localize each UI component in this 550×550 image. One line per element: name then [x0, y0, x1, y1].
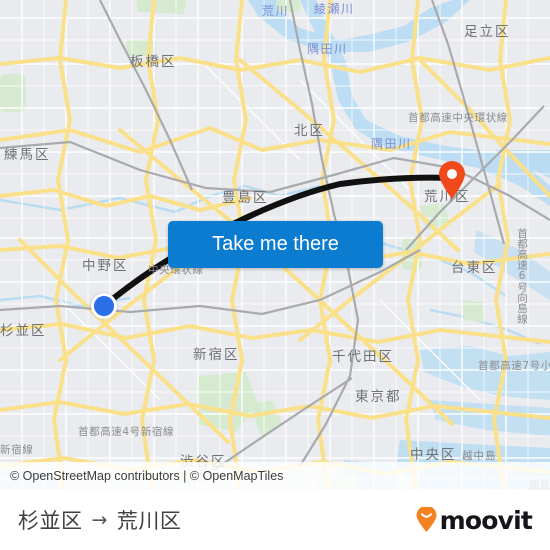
map-canvas[interactable]: 板橋区練馬区豊島区北区足立区中野区杉並区新宿区渋谷区千代田区東京都中央区台東区荒…	[0, 0, 550, 490]
footer-bar: 杉並区 → 荒川区 moovit	[0, 490, 550, 550]
moovit-pin-icon	[416, 507, 437, 532]
moovit-logo[interactable]: moovit	[415, 505, 533, 535]
origin-marker[interactable]	[91, 293, 117, 319]
map-attribution[interactable]: © OpenStreetMap contributors | © OpenMap…	[0, 462, 550, 490]
moovit-wordmark: moovit	[439, 505, 533, 535]
map-pin-icon	[439, 161, 465, 199]
take-me-there-label: Take me there	[212, 233, 339, 255]
route-destination-label: 荒川区	[116, 509, 182, 533]
arrow-right-icon: →	[91, 509, 108, 531]
moovit-map-screen: 板橋区練馬区豊島区北区足立区中野区杉並区新宿区渋谷区千代田区東京都中央区台東区荒…	[0, 0, 550, 550]
route-origin-label: 杉並区	[18, 509, 83, 533]
attribution-text: © OpenStreetMap contributors | © OpenMap…	[10, 469, 284, 483]
take-me-there-button[interactable]: Take me there	[168, 221, 383, 268]
destination-marker[interactable]	[437, 160, 467, 200]
route-summary: 杉並区 → 荒川区	[18, 505, 181, 535]
